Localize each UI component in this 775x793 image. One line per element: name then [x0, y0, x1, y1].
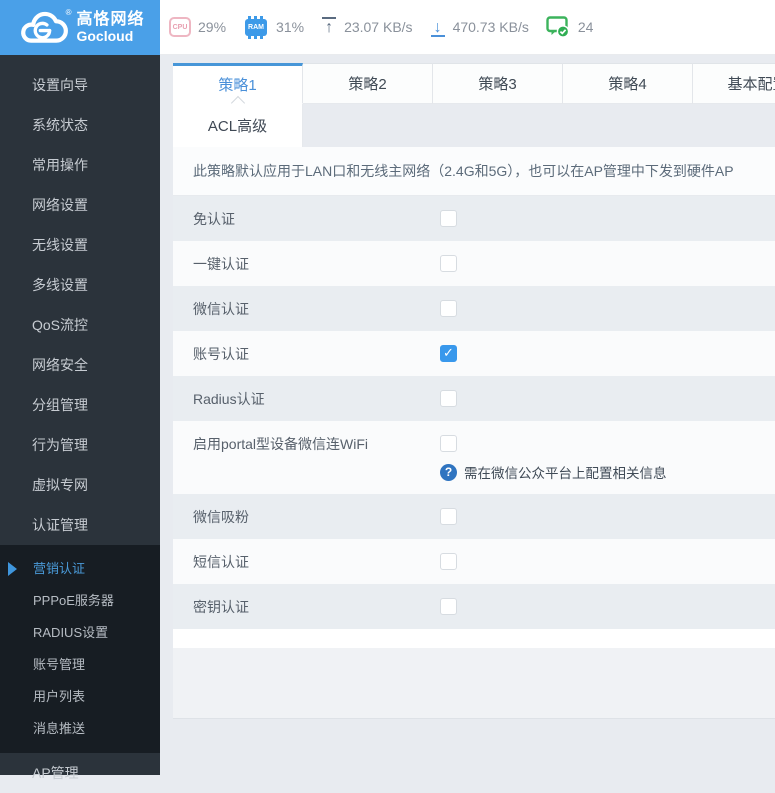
online-devices-icon [546, 16, 571, 39]
download-speed: 470.73 KB/s [453, 19, 529, 35]
sidebar-item-qos[interactable]: QoS流控 [0, 305, 160, 345]
portal-wifi-note: ? 需在微信公众平台上配置相关信息 [440, 462, 667, 482]
online-devices-count: 24 [578, 19, 594, 35]
submenu-item-radius-settings[interactable]: RADIUS设置 [0, 617, 160, 649]
auth-submenu: 营销认证 PPPoE服务器 RADIUS设置 账号管理 用户列表 消息推送 [0, 545, 160, 753]
auth-row-account: 账号认证 [173, 331, 775, 376]
sidebar-item-group-management[interactable]: 分组管理 [0, 385, 160, 425]
auth-row-key: 密钥认证 [173, 584, 775, 629]
cpu-usage: 29% [198, 19, 226, 35]
panel-end-spacer [173, 629, 775, 648]
upload-icon: ↑ [321, 17, 337, 37]
key-auth-checkbox[interactable] [440, 598, 457, 615]
secondary-tab-strip: ACL高级 [173, 104, 775, 147]
auth-row-wechat: 微信认证 [173, 286, 775, 331]
submenu-item-pppoe-server[interactable]: PPPoE服务器 [0, 585, 160, 617]
auth-row-portal-wifi: 启用portal型设备微信连WiFi ? 需在微信公众平台上配置相关信息 [173, 421, 775, 494]
sidebar-item-wireless-settings[interactable]: 无线设置 [0, 225, 160, 265]
sidebar-item-vpn[interactable]: 虚拟专网 [0, 465, 160, 505]
ram-usage: 31% [276, 19, 304, 35]
tab-basic-config[interactable]: 基本配置 [693, 63, 775, 104]
sidebar-item-auth-management[interactable]: 认证管理 [0, 505, 160, 545]
sms-auth-checkbox[interactable] [440, 553, 457, 570]
panel-footer-area [173, 648, 775, 719]
sidebar-item-setup-wizard[interactable]: 设置向导 [0, 65, 160, 105]
sidebar-item-ap-management[interactable]: AP管理 [0, 753, 160, 793]
sidebar-nav: 设置向导 系统状态 常用操作 网络设置 无线设置 多线设置 QoS流控 网络安全… [0, 55, 160, 775]
wechat-follow-checkbox[interactable] [440, 508, 457, 525]
help-icon: ? [440, 464, 457, 481]
submenu-item-message-push[interactable]: 消息推送 [0, 713, 160, 745]
submenu-item-account-management[interactable]: 账号管理 [0, 649, 160, 681]
submenu-item-user-list[interactable]: 用户列表 [0, 681, 160, 713]
auth-row-sms: 短信认证 [173, 539, 775, 584]
sidebar-item-behavior-management[interactable]: 行为管理 [0, 425, 160, 465]
sidebar-item-system-status[interactable]: 系统状态 [0, 105, 160, 145]
download-icon: ↓ [430, 17, 446, 37]
portal-wifi-checkbox[interactable] [440, 435, 457, 452]
tab-policy-3[interactable]: 策略3 [433, 63, 563, 104]
system-stats: CPU 29% RAM 31% ↑ 23.07 KB/s ↓ 470.73 KB… [160, 0, 775, 54]
auth-options-list: 免认证 一键认证 微信认证 账号认证 Radius认证 启用portal型设备微… [173, 196, 775, 629]
radius-auth-checkbox[interactable] [440, 390, 457, 407]
policy-notice-text: 此策略默认应用于LAN口和无线主网络（2.4G和5G），也可以在AP管理中下发到… [173, 147, 775, 196]
cpu-icon: CPU [169, 17, 191, 37]
main-content: 策略1 策略2 策略3 策略4 基本配置 ACL高级 此策略默认应用于LAN口和… [160, 55, 775, 775]
sidebar-item-network-security[interactable]: 网络安全 [0, 345, 160, 385]
brand-title: 高恪网络 [76, 12, 144, 29]
brand-subtitle: Gocloud [76, 29, 144, 44]
cloud-logo-icon: ® [15, 8, 69, 48]
sidebar-item-multiline-settings[interactable]: 多线设置 [0, 265, 160, 305]
brand-logo[interactable]: ® 高恪网络 Gocloud [0, 0, 160, 55]
sidebar-item-network-settings[interactable]: 网络设置 [0, 185, 160, 225]
auth-row-one-click: 一键认证 [173, 241, 775, 286]
active-item-arrow-icon [8, 562, 17, 576]
wechat-auth-checkbox[interactable] [440, 300, 457, 317]
sidebar-item-common-ops[interactable]: 常用操作 [0, 145, 160, 185]
tab-policy-4[interactable]: 策略4 [563, 63, 693, 104]
tab-policy-2[interactable]: 策略2 [303, 63, 433, 104]
auth-row-wechat-follow: 微信吸粉 [173, 494, 775, 539]
free-auth-checkbox[interactable] [440, 210, 457, 227]
top-bar: ® 高恪网络 Gocloud CPU 29% RAM 31% ↑ 23.07 K… [0, 0, 775, 55]
registered-mark: ® [66, 8, 72, 17]
auth-row-radius: Radius认证 [173, 376, 775, 421]
policy-tab-strip: 策略1 策略2 策略3 策略4 基本配置 [173, 63, 775, 104]
submenu-item-marketing-auth[interactable]: 营销认证 [0, 553, 160, 585]
upload-speed: 23.07 KB/s [344, 19, 413, 35]
one-click-auth-checkbox[interactable] [440, 255, 457, 272]
auth-row-free: 免认证 [173, 196, 775, 241]
account-auth-checkbox[interactable] [440, 345, 457, 362]
tab-policy-1[interactable]: 策略1 [173, 63, 303, 104]
ram-icon: RAM [245, 19, 267, 36]
tab-acl-advanced[interactable]: ACL高级 [173, 104, 303, 147]
policy-settings-panel: 此策略默认应用于LAN口和无线主网络（2.4G和5G），也可以在AP管理中下发到… [173, 147, 775, 719]
